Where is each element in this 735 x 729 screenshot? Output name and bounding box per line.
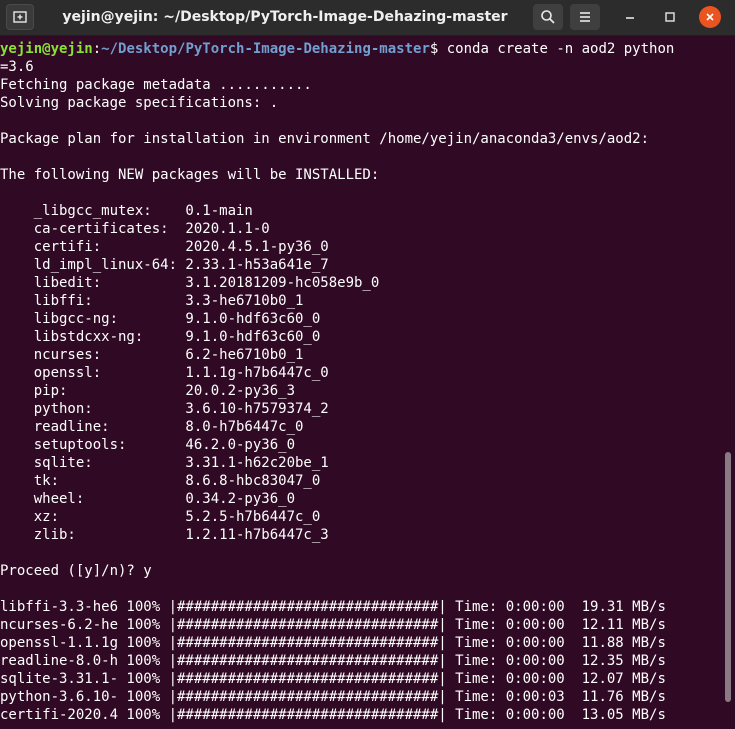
prompt-path: ~/Desktop/PyTorch-Image-Dehazing-master — [101, 41, 430, 57]
new-tab-icon — [13, 11, 27, 23]
package-line: libffi: 3.3-he6710b0_1 — [0, 293, 304, 309]
package-line: xz: 5.2.5-h7b6447c_0 — [0, 509, 321, 525]
prompt-command: conda create -n aod2 python — [446, 41, 675, 57]
package-line: ca-certificates: 2020.1.1-0 — [0, 221, 270, 237]
download-progress-line: libffi-3.3-he6 100% |###################… — [0, 599, 666, 615]
vertical-scrollbar[interactable] — [722, 40, 735, 729]
scrollbar-thumb[interactable] — [725, 452, 731, 702]
prompt-symbol: $ — [429, 41, 447, 57]
package-line: ncurses: 6.2-he6710b0_1 — [0, 347, 304, 363]
package-line: python: 3.6.10-h7579374_2 — [0, 401, 329, 417]
minimize-icon — [626, 17, 634, 19]
package-line: ld_impl_linux-64: 2.33.1-h53a641e_7 — [0, 257, 329, 273]
output-line: Solving package specifications: . — [0, 95, 279, 111]
terminal-window: yejin@yejin: ~/Desktop/PyTorch-Image-Deh… — [0, 0, 735, 729]
package-line: tk: 8.6.8-hbc83047_0 — [0, 473, 321, 489]
search-icon — [541, 10, 555, 24]
package-line: _libgcc_mutex: 0.1-main — [0, 203, 253, 219]
package-line: pip: 20.0.2-py36_3 — [0, 383, 296, 399]
package-line: sqlite: 3.31.1-h62c20be_1 — [0, 455, 329, 471]
download-progress-line: certifi-2020.4 100% |###################… — [0, 707, 666, 723]
output-line: Fetching package metadata ........... — [0, 77, 312, 93]
prompt-user-host: yejin@yejin — [0, 41, 93, 57]
package-line: libedit: 3.1.20181209-hc058e9b_0 — [0, 275, 380, 291]
package-line: libgcc-ng: 9.1.0-hdf63c60_0 — [0, 311, 321, 327]
new-tab-button[interactable] — [6, 4, 34, 30]
title-bar: yejin@yejin: ~/Desktop/PyTorch-Image-Deh… — [0, 0, 735, 36]
maximize-button[interactable] — [659, 6, 681, 28]
download-progress-line: ncurses-6.2-he 100% |###################… — [0, 617, 666, 633]
package-line: setuptools: 46.2.0-py36_0 — [0, 437, 296, 453]
hamburger-menu-icon — [580, 12, 590, 22]
prompt-line: yejin@yejin:~/Desktop/PyTorch-Image-Deha… — [0, 40, 722, 58]
package-line: wheel: 0.34.2-py36_0 — [0, 491, 296, 507]
download-progress-line: sqlite-3.31.1- 100% |###################… — [0, 671, 666, 687]
window-title: yejin@yejin: ~/Desktop/PyTorch-Image-Deh… — [62, 9, 508, 25]
menu-button[interactable] — [570, 4, 600, 30]
package-line: certifi: 2020.4.5.1-py36_0 — [0, 239, 329, 255]
terminal-output[interactable]: yejin@yejin:~/Desktop/PyTorch-Image-Deha… — [0, 40, 722, 729]
output-line: Package plan for installation in environ… — [0, 131, 650, 147]
package-line: readline: 8.0-h7b6447c_0 — [0, 419, 304, 435]
prompt-command-wrap: =3.6 — [0, 59, 34, 75]
package-line: libstdcxx-ng: 9.1.0-hdf63c60_0 — [0, 329, 321, 345]
package-line: zlib: 1.2.11-h7b6447c_3 — [0, 527, 329, 543]
close-icon — [706, 13, 714, 21]
close-button[interactable] — [699, 6, 721, 28]
maximize-icon — [665, 12, 675, 22]
download-progress-line: readline-8.0-h 100% |###################… — [0, 653, 666, 669]
prompt-colon: : — [92, 41, 102, 57]
minimize-button[interactable] — [619, 6, 641, 28]
package-line: openssl: 1.1.1g-h7b6447c_0 — [0, 365, 329, 381]
download-progress-line: python-3.6.10- 100% |###################… — [0, 689, 666, 705]
proceed-prompt: Proceed ([y]/n)? y — [0, 563, 152, 579]
download-progress-line: openssl-1.1.1g 100% |###################… — [0, 635, 666, 651]
output-line: The following NEW packages will be INSTA… — [0, 167, 380, 183]
search-button[interactable] — [533, 4, 563, 30]
